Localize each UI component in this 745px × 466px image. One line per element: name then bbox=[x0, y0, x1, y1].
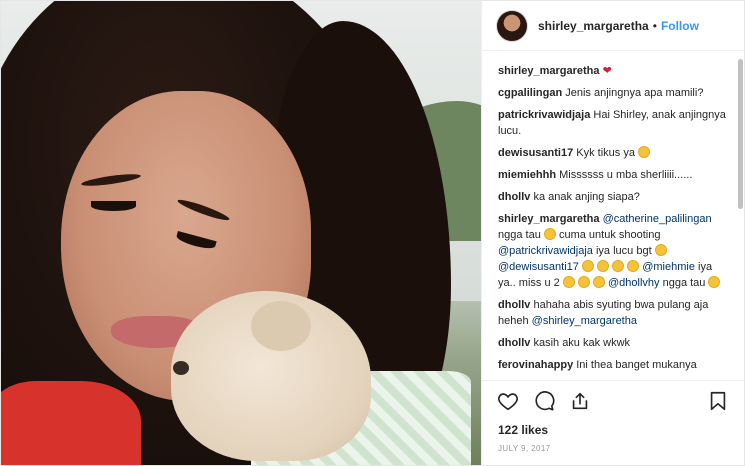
mention-link[interactable]: @dewisusanti17 bbox=[498, 261, 579, 273]
comment-item: dhollv ka anak anjing siapa? bbox=[498, 189, 730, 205]
mention-link[interactable]: @dhollvhy bbox=[608, 277, 660, 289]
post-photo[interactable] bbox=[1, 1, 481, 465]
kiss-emoji bbox=[577, 276, 590, 288]
comment-text: iya lucu bgt bbox=[595, 245, 652, 257]
laugh-emoji bbox=[627, 260, 640, 272]
mention-link[interactable]: @patrickrivawidjaja bbox=[498, 245, 593, 257]
mention-link[interactable]: @miehmie bbox=[642, 261, 695, 273]
comment-item: miemiehhh Missssss u mba sherliiii...... bbox=[498, 167, 730, 183]
comment-item: dhollv hahaha abis syuting bwa pulang aj… bbox=[498, 297, 730, 329]
comment-username[interactable]: dhollv bbox=[498, 191, 530, 203]
instagram-post: shirley_margaretha • Follow shirley_marg… bbox=[0, 0, 745, 466]
laugh-emoji bbox=[597, 260, 610, 272]
comment-icon[interactable] bbox=[532, 389, 556, 413]
comment-text: ngga tau bbox=[498, 229, 541, 241]
heart-emoji: ❤ bbox=[602, 65, 612, 77]
photo-eye-left bbox=[91, 201, 136, 211]
laugh-emoji bbox=[581, 260, 594, 272]
comment-username[interactable]: dhollv bbox=[498, 299, 530, 311]
comment-text: cuma untuk shooting bbox=[558, 229, 661, 241]
comment-item: dhollv kasih aku kak wkwk bbox=[498, 335, 730, 351]
comment-username[interactable]: shirley_margaretha bbox=[498, 213, 600, 225]
comment-item: shirley_margaretha @catherine_palilingan… bbox=[498, 211, 730, 291]
post-side-panel: shirley_margaretha • Follow shirley_marg… bbox=[481, 1, 744, 465]
photo-shirt bbox=[1, 381, 141, 465]
mention-link[interactable]: @catherine_palilingan bbox=[603, 213, 712, 225]
caption: shirley_margaretha ❤ bbox=[498, 63, 730, 79]
comment-text: Kyk tikus ya bbox=[576, 147, 635, 159]
smile-emoji bbox=[638, 146, 651, 158]
comments-scrollbar[interactable] bbox=[738, 59, 743, 209]
action-bar bbox=[482, 380, 744, 420]
share-icon[interactable] bbox=[568, 389, 592, 413]
heart-icon[interactable] bbox=[496, 389, 520, 413]
header-separator: • bbox=[652, 18, 657, 33]
comment-item: dewisusanti17 Kyk tikus ya bbox=[498, 145, 730, 161]
comment-username[interactable]: dhollv bbox=[498, 337, 530, 349]
grin-emoji bbox=[708, 276, 721, 288]
follow-button[interactable]: Follow bbox=[661, 19, 699, 33]
comment-username[interactable]: cgpalilingan bbox=[498, 87, 562, 99]
comment-text: Jenis anjingnya apa mamili? bbox=[565, 87, 704, 99]
comment-text: kasih aku kak wkwk bbox=[533, 337, 631, 349]
comment-list[interactable]: shirley_margaretha ❤ cgpalilingan Jenis … bbox=[482, 51, 744, 380]
kiss-emoji bbox=[592, 276, 605, 288]
grin-emoji bbox=[543, 228, 556, 240]
sunglasses-emoji bbox=[612, 260, 625, 272]
likes-count[interactable]: 122 likes bbox=[482, 420, 744, 440]
bookmark-icon[interactable] bbox=[706, 389, 730, 413]
comment-username[interactable]: patrickrivawidjaja bbox=[498, 109, 590, 121]
photo-puppy-nose bbox=[173, 361, 189, 375]
post-date[interactable]: JULY 9, 2017 bbox=[482, 440, 744, 465]
kiss-emoji bbox=[562, 276, 575, 288]
comment-username[interactable]: miemiehhh bbox=[498, 169, 556, 181]
comment-username[interactable]: ferovinahappy bbox=[498, 359, 573, 371]
comment-username[interactable]: dewisusanti17 bbox=[498, 147, 573, 159]
header-username[interactable]: shirley_margaretha bbox=[538, 19, 649, 33]
comment-text: ka anak anjing siapa? bbox=[533, 191, 640, 203]
comment-item: ferovinahappy Ini thea banget mukanya bbox=[498, 357, 730, 373]
avatar[interactable] bbox=[496, 9, 528, 42]
comment-text: ngga tau bbox=[662, 277, 706, 289]
comment-item: cgpalilingan Jenis anjingnya apa mamili? bbox=[498, 85, 730, 101]
comment-item: patrickrivawidjaja Hai Shirley, anak anj… bbox=[498, 107, 730, 139]
mention-link[interactable]: @shirley_margaretha bbox=[532, 315, 637, 327]
heart-eyes-emoji bbox=[654, 244, 667, 256]
comment-text: Ini thea banget mukanya bbox=[576, 359, 697, 371]
photo-puppy-ear bbox=[251, 301, 311, 351]
comment-text: Missssss u mba sherliiii...... bbox=[559, 169, 693, 181]
post-header: shirley_margaretha • Follow bbox=[482, 1, 744, 51]
comment-username[interactable]: shirley_margaretha bbox=[498, 65, 600, 77]
